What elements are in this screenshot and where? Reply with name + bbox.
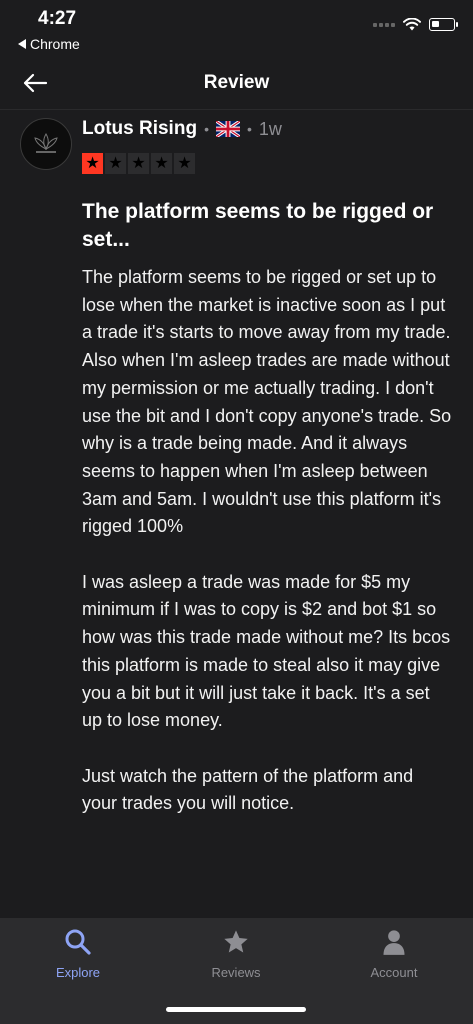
status-bar: 4:27 Chrome	[0, 0, 473, 58]
rating-star-icon: ★	[151, 153, 172, 174]
lotus-logo-icon	[34, 133, 58, 153]
review-paragraph: The platform seems to be rigged or set u…	[82, 267, 452, 537]
star-rating: ★ ★ ★ ★ ★	[82, 153, 195, 174]
reviewer-name[interactable]: Lotus Rising	[82, 118, 197, 140]
page-title: Review	[203, 72, 270, 93]
back-app-label: Chrome	[30, 36, 80, 52]
back-triangle-icon	[18, 39, 26, 49]
cellular-signal-icon	[373, 22, 395, 27]
review-title: The platform seems to be rigged or set..…	[82, 200, 434, 251]
separator-dot: •	[246, 121, 252, 137]
review-paragraph: Just watch the pattern of the platform a…	[82, 765, 414, 814]
status-indicators	[373, 18, 458, 31]
home-indicator[interactable]	[166, 1007, 306, 1012]
wifi-icon	[403, 18, 421, 31]
person-icon	[383, 930, 405, 955]
review-body: The platform seems to be rigged or set u…	[82, 264, 452, 846]
avatar[interactable]	[20, 118, 72, 170]
review-paragraph: I was asleep a trade was made for $5 my …	[82, 571, 451, 731]
rating-star-icon: ★	[82, 153, 103, 174]
rating-star-icon: ★	[174, 153, 195, 174]
tab-explore[interactable]: Explore	[18, 928, 138, 980]
rating-star-icon: ★	[105, 153, 126, 174]
tab-account[interactable]: Account	[334, 928, 454, 980]
page-header: Review	[0, 58, 473, 110]
uk-flag-icon	[215, 121, 240, 137]
tab-reviews[interactable]: Reviews	[176, 928, 296, 980]
review-age: 1w	[258, 118, 282, 139]
search-icon	[65, 929, 91, 955]
status-time: 4:27	[38, 8, 77, 29]
separator-dot: •	[204, 121, 209, 137]
battery-icon	[429, 18, 458, 31]
rating-star-icon: ★	[128, 153, 149, 174]
tab-label: Account	[370, 965, 418, 980]
back-to-app-link[interactable]: Chrome	[18, 36, 80, 52]
reviewer-info: Lotus Rising • • 1w	[82, 118, 282, 140]
tab-label: Reviews	[211, 965, 261, 980]
star-icon	[224, 930, 248, 953]
tab-label: Explore	[55, 965, 101, 980]
